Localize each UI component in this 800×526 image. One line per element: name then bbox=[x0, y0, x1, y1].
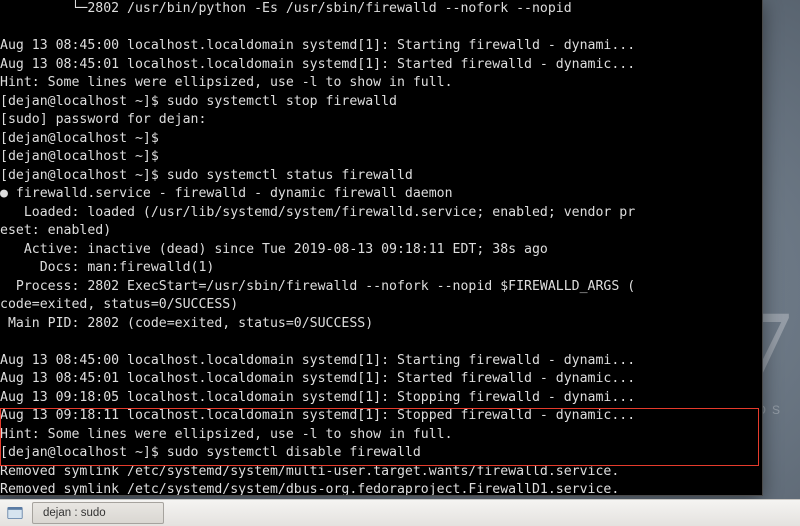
terminal-line: Aug 13 08:45:01 localhost.localdomain sy… bbox=[0, 56, 760, 75]
terminal-line: Aug 13 08:45:00 localhost.localdomain sy… bbox=[0, 352, 760, 371]
terminal-line: [dejan@localhost ~]$ bbox=[0, 148, 760, 167]
terminal-line: Aug 13 09:18:05 localhost.localdomain sy… bbox=[0, 389, 760, 408]
terminal-line: [sudo] password for dejan: bbox=[0, 111, 760, 130]
terminal-line: code=exited, status=0/SUCCESS) bbox=[0, 296, 760, 315]
terminal-line bbox=[0, 333, 760, 352]
terminal-line: Removed symlink /etc/systemd/system/mult… bbox=[0, 463, 760, 482]
terminal-line: Removed symlink /etc/systemd/system/dbus… bbox=[0, 481, 760, 495]
terminal-line: Docs: man:firewalld(1) bbox=[0, 259, 760, 278]
taskbar-task-terminal[interactable]: dejan : sudo bbox=[32, 502, 164, 524]
terminal-line: [dejan@localhost ~]$ sudo systemctl stat… bbox=[0, 167, 760, 186]
terminal-line: [dejan@localhost ~]$ bbox=[0, 130, 760, 149]
taskbar: dejan : sudo bbox=[0, 499, 800, 526]
terminal-line: Aug 13 09:18:11 localhost.localdomain sy… bbox=[0, 407, 760, 426]
show-desktop-icon bbox=[7, 506, 23, 520]
terminal-line: ● firewalld.service - firewalld - dynami… bbox=[0, 185, 760, 204]
terminal-line: [dejan@localhost ~]$ sudo systemctl disa… bbox=[0, 444, 760, 463]
terminal-line: Loaded: loaded (/usr/lib/systemd/system/… bbox=[0, 204, 760, 223]
terminal-content[interactable]: └─2802 /usr/bin/python -Es /usr/sbin/fir… bbox=[0, 0, 762, 495]
terminal-line: Hint: Some lines were ellipsized, use -l… bbox=[0, 74, 760, 93]
terminal-line: Aug 13 08:45:01 localhost.localdomain sy… bbox=[0, 370, 760, 389]
desktop: 7 CENTOS └─2802 /usr/bin/python -Es /usr… bbox=[0, 0, 800, 526]
terminal-line: [dejan@localhost ~]$ sudo systemctl stop… bbox=[0, 93, 760, 112]
terminal-line: └─2802 /usr/bin/python -Es /usr/sbin/fir… bbox=[0, 0, 760, 19]
terminal-line: eset: enabled) bbox=[0, 222, 760, 241]
terminal-line bbox=[0, 19, 760, 38]
terminal-line: Active: inactive (dead) since Tue 2019-0… bbox=[0, 241, 760, 260]
show-desktop-button[interactable] bbox=[2, 502, 28, 524]
taskbar-task-label: dejan : sudo bbox=[43, 507, 106, 519]
terminal-line: Main PID: 2802 (code=exited, status=0/SU… bbox=[0, 315, 760, 334]
terminal-line: Hint: Some lines were ellipsized, use -l… bbox=[0, 426, 760, 445]
terminal-window[interactable]: └─2802 /usr/bin/python -Es /usr/sbin/fir… bbox=[0, 0, 763, 496]
terminal-line: Process: 2802 ExecStart=/usr/sbin/firewa… bbox=[0, 278, 760, 297]
terminal-line: Aug 13 08:45:00 localhost.localdomain sy… bbox=[0, 37, 760, 56]
